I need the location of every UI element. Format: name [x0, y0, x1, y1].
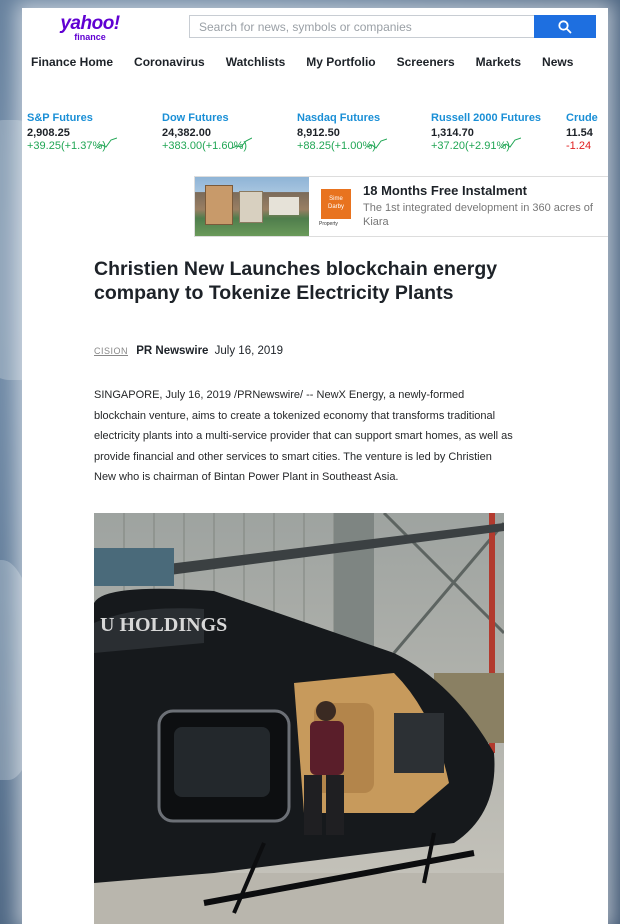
- nav-coronavirus[interactable]: Coronavirus: [134, 55, 205, 69]
- article-byline: CISION PR Newswire July 16, 2019: [94, 345, 283, 357]
- photo-text: U HOLDINGS: [100, 614, 227, 636]
- ticker-name: Crude: [566, 112, 598, 124]
- article-date: July 16, 2019: [214, 345, 284, 357]
- ticker-change: +37.20(+2.91%): [431, 140, 510, 152]
- sparkline-icon: [501, 137, 521, 149]
- sparkline-icon: [232, 137, 252, 149]
- ticker-change: +39.25(+1.37%): [27, 140, 106, 152]
- article-headline: Christien New Launches blockchain energy…: [94, 258, 498, 304]
- sime-darby-logo: Sime Darby: [321, 189, 351, 219]
- ad-title: 18 Months Free Instalment: [363, 183, 527, 198]
- ticker-name: Nasdaq Futures: [297, 112, 381, 124]
- ticker-change: +383.00(+1.60%): [162, 140, 248, 152]
- nav-markets[interactable]: Markets: [476, 55, 521, 69]
- nav-watchlists[interactable]: Watchlists: [226, 55, 286, 69]
- ad-logo-sub: Property: [319, 221, 338, 227]
- ticker-name: Russell 2000 Futures: [431, 112, 542, 124]
- ticker-value: 11.54: [566, 127, 593, 139]
- ticker-change: -1.24: [566, 140, 592, 152]
- ticker-nasdaq-futures[interactable]: Nasdaq Futures 8,912.50 +88.25(+1.00%): [297, 112, 427, 152]
- article-source[interactable]: PR Newswire: [136, 345, 208, 357]
- search-input[interactable]: [190, 16, 529, 37]
- helicopter-photo: U HOLDINGS: [94, 513, 504, 924]
- ticker-change: +88.25(+1.00%): [297, 140, 376, 152]
- sparkline-icon: [97, 137, 117, 149]
- logo-line2: finance: [74, 32, 106, 42]
- search-box: [189, 15, 596, 38]
- ticker-sp-futures[interactable]: S&P Futures 2,908.25 +39.25(+1.37%): [27, 112, 157, 152]
- logo-line1: yahoo!: [60, 13, 120, 34]
- sparkline-icon: [367, 138, 387, 149]
- search-icon: [558, 19, 572, 33]
- cision-logo: CISION: [94, 346, 129, 356]
- main-nav: Finance Home Coronavirus Watchlists My P…: [31, 55, 594, 69]
- advertisement-banner[interactable]: Sime Darby Property 18 Months Free Insta…: [194, 176, 608, 237]
- ticker-value: 8,912.50: [297, 127, 340, 139]
- yahoo-finance-logo[interactable]: yahoo! finance: [60, 14, 120, 42]
- ticker-name: S&P Futures: [27, 112, 93, 124]
- ticker-russell-futures[interactable]: Russell 2000 Futures 1,314.70 +37.20(+2.…: [431, 112, 561, 152]
- browser-page: yahoo! finance Finance Home Coronavirus …: [22, 8, 608, 924]
- nav-my-portfolio[interactable]: My Portfolio: [306, 55, 375, 69]
- ad-description: The 1st integrated development in 360 ac…: [363, 202, 593, 228]
- ticker-value: 1,314.70: [431, 127, 474, 139]
- ticker-crude[interactable]: Crude 11.54 -1.24: [566, 112, 608, 152]
- ticker-value: 2,908.25: [27, 127, 70, 139]
- nav-finance-home[interactable]: Finance Home: [31, 55, 113, 69]
- market-tickers: S&P Futures 2,908.25 +39.25(+1.37%) Dow …: [27, 112, 608, 162]
- ticker-name: Dow Futures: [162, 112, 229, 124]
- ticker-value: 24,382.00: [162, 127, 211, 139]
- ticker-dow-futures[interactable]: Dow Futures 24,382.00 +383.00(+1.60%): [162, 112, 292, 152]
- ad-building-image: [195, 177, 309, 236]
- article-photo[interactable]: U HOLDINGS: [94, 513, 504, 924]
- nav-news[interactable]: News: [542, 55, 573, 69]
- search-button[interactable]: [534, 15, 596, 38]
- nav-screeners[interactable]: Screeners: [397, 55, 455, 69]
- article-body: SINGAPORE, July 16, 2019 /PRNewswire/ --…: [94, 389, 513, 483]
